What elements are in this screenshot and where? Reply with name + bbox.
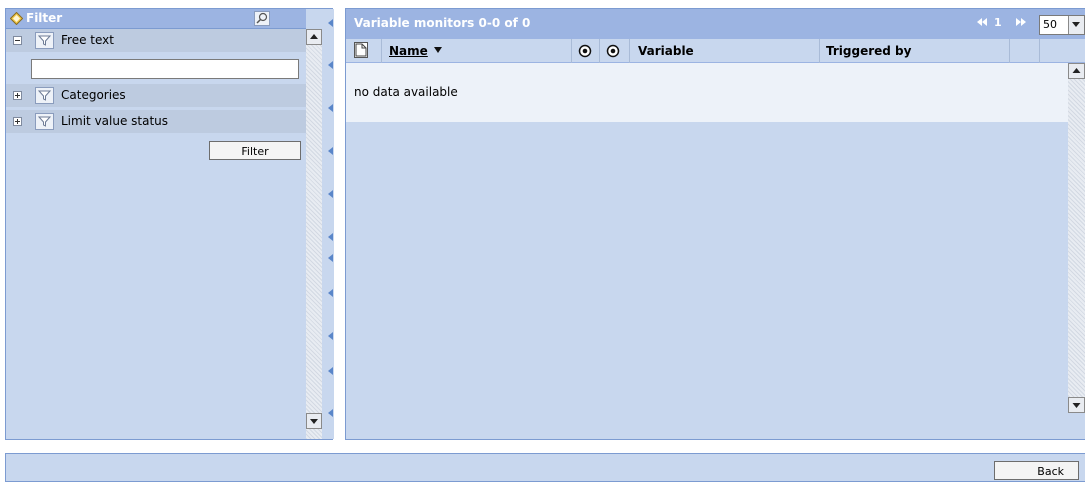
- funnel-icon: [35, 87, 54, 104]
- collapse-diamond-icon[interactable]: [10, 12, 23, 25]
- column-name-label[interactable]: Name: [389, 44, 428, 58]
- main-panel: Variable monitors 0-0 of 0 1 50 Name Var…: [345, 8, 1085, 440]
- chevron-down-icon[interactable]: [1068, 16, 1084, 34]
- filter-section-label: Categories: [61, 88, 126, 102]
- table-scrollbar[interactable]: [1068, 63, 1085, 413]
- column-extra: [1010, 39, 1040, 63]
- scroll-down-icon[interactable]: [1068, 397, 1085, 413]
- page-number: 1: [994, 16, 1002, 29]
- filter-section-categories[interactable]: Categories: [6, 84, 306, 108]
- search-icon[interactable]: [254, 11, 270, 26]
- radio-target-icon[interactable]: [578, 44, 592, 58]
- table-header: Name Variable Triggered by: [346, 39, 1085, 63]
- collapse-icon[interactable]: [13, 36, 22, 45]
- filter-title: Filter: [26, 11, 63, 25]
- filter-panel: Filter Free text Categories Limit value …: [5, 8, 334, 440]
- column-status-2[interactable]: [600, 39, 630, 63]
- empty-message: no data available: [354, 85, 458, 99]
- filter-scrollbar[interactable]: [306, 29, 322, 439]
- funnel-icon: [35, 113, 54, 130]
- column-triggered-by[interactable]: Triggered by: [820, 39, 1010, 63]
- column-icon: [346, 39, 382, 63]
- page-title: Variable monitors 0-0 of 0: [354, 16, 531, 30]
- first-page-icon[interactable]: [976, 16, 988, 28]
- radio-target-icon[interactable]: [606, 44, 620, 58]
- next-page-icon[interactable]: [1015, 16, 1027, 28]
- column-status-1[interactable]: [572, 39, 600, 63]
- column-variable[interactable]: Variable: [630, 39, 820, 63]
- filter-section-label: Free text: [61, 33, 114, 47]
- expand-icon[interactable]: [13, 91, 22, 100]
- scroll-up-icon[interactable]: [1068, 63, 1085, 79]
- filter-button[interactable]: Filter: [209, 141, 301, 160]
- page-size-value: 50: [1043, 18, 1057, 31]
- column-name[interactable]: Name: [382, 39, 572, 63]
- expand-icon[interactable]: [13, 117, 22, 126]
- free-text-input[interactable]: [31, 59, 299, 79]
- column-variable-label: Variable: [638, 44, 694, 58]
- main-header: Variable monitors 0-0 of 0 1 50: [346, 9, 1085, 39]
- document-icon: [354, 42, 368, 58]
- filter-body: Free text Categories Limit value status …: [6, 29, 306, 439]
- back-button[interactable]: Back: [994, 461, 1079, 480]
- filter-section-label: Limit value status: [61, 114, 169, 128]
- panel-splitter[interactable]: [324, 9, 334, 439]
- filter-header: Filter: [6, 9, 306, 29]
- footer-bar: Back: [5, 453, 1085, 482]
- scroll-down-icon[interactable]: [306, 413, 322, 429]
- sort-down-icon[interactable]: [433, 46, 443, 54]
- table-row: no data available: [346, 63, 1068, 122]
- filter-section-limit-value-status[interactable]: Limit value status: [6, 110, 306, 134]
- funnel-icon: [35, 32, 54, 49]
- scroll-up-icon[interactable]: [306, 29, 322, 45]
- filter-section-free-text[interactable]: Free text: [6, 29, 306, 53]
- column-triggered-by-label: Triggered by: [826, 44, 912, 58]
- page-size-select[interactable]: 50: [1039, 15, 1085, 35]
